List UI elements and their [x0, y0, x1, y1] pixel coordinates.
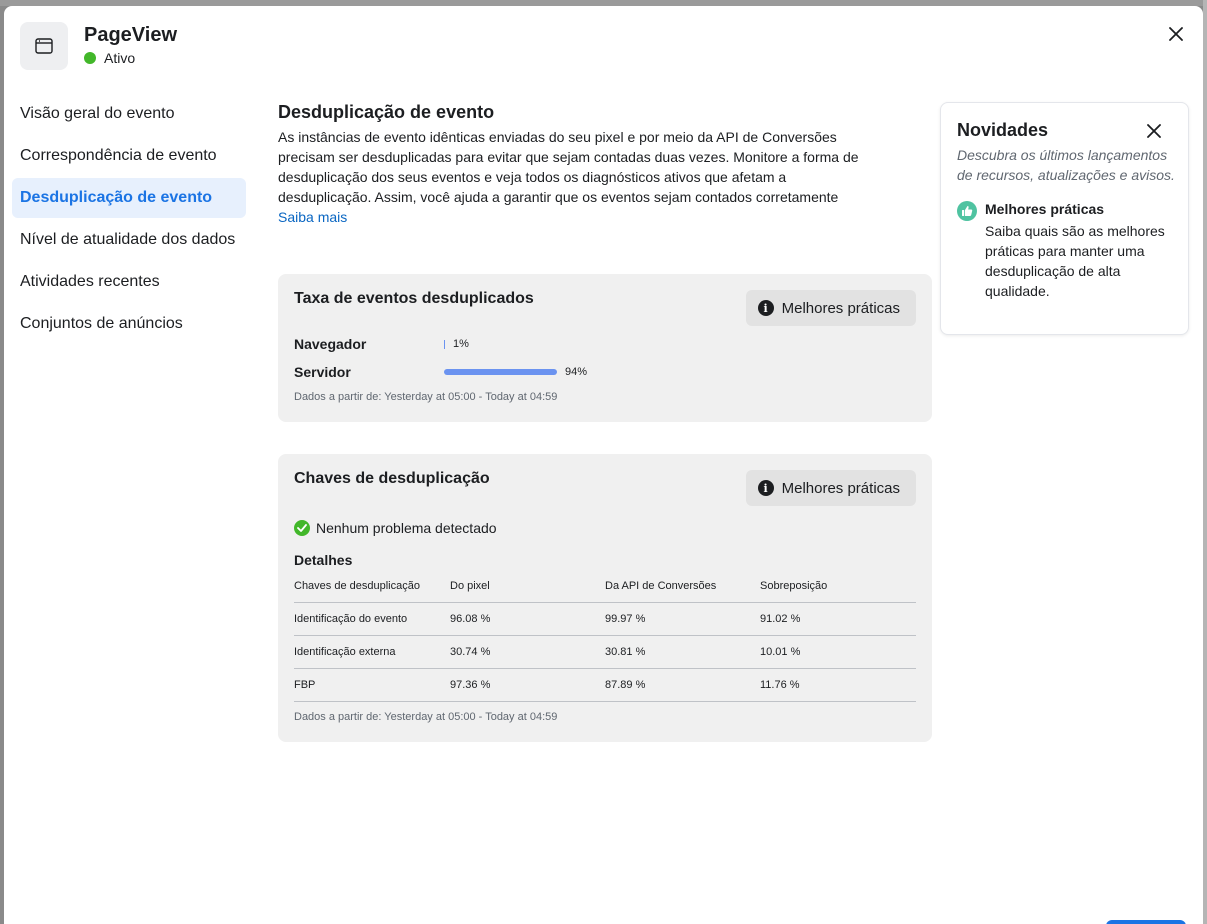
backdrop-right [1203, 0, 1207, 924]
news-close-icon[interactable] [1146, 123, 1162, 139]
server-rate-bar [444, 369, 557, 375]
status-text: Nenhum problema detectado [316, 520, 497, 536]
table-row: Identificação do evento 96.08 % 99.97 % … [294, 602, 916, 636]
rate-label: Servidor [294, 364, 351, 380]
event-title: PageView [84, 24, 178, 46]
column-header: Do pixel [450, 570, 605, 603]
event-details-modal: PageView Ativo Visão geral do evento Cor… [4, 6, 1203, 924]
table-cell: 87.89 % [605, 668, 760, 702]
dedup-keys-table: Chaves de desduplicação Do pixel Da API … [294, 570, 916, 702]
column-header: Sobreposição [760, 570, 916, 603]
table-row: Identificação externa 30.74 % 30.81 % 10… [294, 635, 916, 669]
info-icon: i [757, 300, 774, 316]
main-content: Desduplicação de evento As instâncias de… [278, 102, 932, 227]
browser-window-icon [20, 22, 68, 70]
data-date-range-note: Dados a partir de: Yesterday at 05:00 - … [294, 711, 558, 723]
details-title: Detalhes [294, 552, 353, 568]
table-header-row: Chaves de desduplicação Do pixel Da API … [294, 570, 916, 603]
close-icon[interactable] [1164, 22, 1188, 46]
table-cell: 96.08 % [450, 602, 605, 636]
sidebar: Visão geral do evento Correspondência de… [12, 94, 246, 346]
info-icon: i [757, 480, 774, 496]
news-title: Novidades [957, 120, 1049, 140]
status-ok-row: Nenhum problema detectado [294, 520, 497, 536]
table-cell: 10.01 % [760, 635, 916, 669]
best-practices-button[interactable]: i Melhores práticas [745, 290, 916, 326]
section-description: As instâncias de evento idênticas enviad… [278, 129, 859, 205]
rate-label: Navegador [294, 336, 367, 352]
sidebar-item-label: Desduplicação de evento [20, 189, 213, 206]
news-item-text: Saiba quais são as melhores práticas par… [985, 223, 1165, 299]
table-cell: 30.81 % [605, 635, 760, 669]
rate-value: 1% [453, 338, 469, 350]
news-subtitle: Descubra os últimos lançamentos de recur… [957, 147, 1175, 183]
card-title: Chaves de desduplicação [294, 470, 490, 487]
best-practices-button[interactable]: i Melhores práticas [745, 470, 916, 506]
dedup-keys-card: Chaves de desduplicação i Melhores práti… [278, 454, 932, 742]
table-cell: 30.74 % [450, 635, 605, 669]
data-date-range-note: Dados a partir de: Yesterday at 05:00 - … [294, 391, 558, 403]
table-cell: Identificação do evento [294, 602, 450, 636]
status-badge: Ativo [84, 50, 135, 66]
sidebar-item-label: Correspondência de evento [20, 147, 217, 164]
column-header: Chaves de desduplicação [294, 570, 450, 603]
thumbs-up-icon [957, 201, 977, 221]
rate-row-browser: Navegador 1% [294, 336, 469, 352]
table-cell: 91.02 % [760, 602, 916, 636]
table-cell: Identificação externa [294, 635, 450, 669]
table-cell: FBP [294, 668, 450, 702]
table-row: FBP 97.36 % 87.89 % 11.76 % [294, 668, 916, 702]
section-title: Desduplicação de evento [278, 102, 495, 122]
status-text: Ativo [104, 50, 136, 66]
table-cell: 97.36 % [450, 668, 605, 702]
sidebar-item-label: Atividades recentes [20, 273, 160, 290]
dedup-rate-card: Taxa de eventos desduplicados i Melhores… [278, 274, 932, 422]
primary-button-peek[interactable] [1106, 920, 1186, 924]
sidebar-item-event-deduplication[interactable]: Desduplicação de evento [12, 178, 246, 218]
sidebar-item-ad-sets[interactable]: Conjuntos de anúncios [12, 304, 246, 344]
sidebar-item-label: Nível de atualidade dos dados [20, 231, 236, 248]
table-cell: 99.97 % [605, 602, 760, 636]
status-dot-icon [84, 52, 96, 64]
sidebar-item-label: Visão geral do evento [20, 105, 175, 122]
sidebar-item-data-freshness[interactable]: Nível de atualidade dos dados [12, 220, 246, 260]
sidebar-item-event-matching[interactable]: Correspondência de evento [12, 136, 246, 176]
check-circle-icon [294, 520, 310, 536]
sidebar-item-label: Conjuntos de anúncios [20, 315, 183, 332]
learn-more-link[interactable]: Saiba mais [278, 207, 347, 227]
rate-value: 94% [565, 366, 588, 378]
news-item-title: Melhores práticas [985, 201, 1105, 217]
button-label: Melhores práticas [781, 479, 900, 497]
card-title: Taxa de eventos desduplicados [294, 290, 534, 307]
column-header: Da API de Conversões [605, 570, 760, 603]
button-label: Melhores práticas [781, 299, 900, 317]
table-cell: 11.76 % [760, 668, 916, 702]
rate-row-server: Servidor 94% [294, 364, 587, 380]
news-panel: Novidades Descubra os últimos lançamento… [940, 102, 1189, 335]
sidebar-item-recent-activity[interactable]: Atividades recentes [12, 262, 246, 302]
sidebar-item-event-overview[interactable]: Visão geral do evento [12, 94, 246, 134]
browser-rate-bar [444, 339, 445, 349]
